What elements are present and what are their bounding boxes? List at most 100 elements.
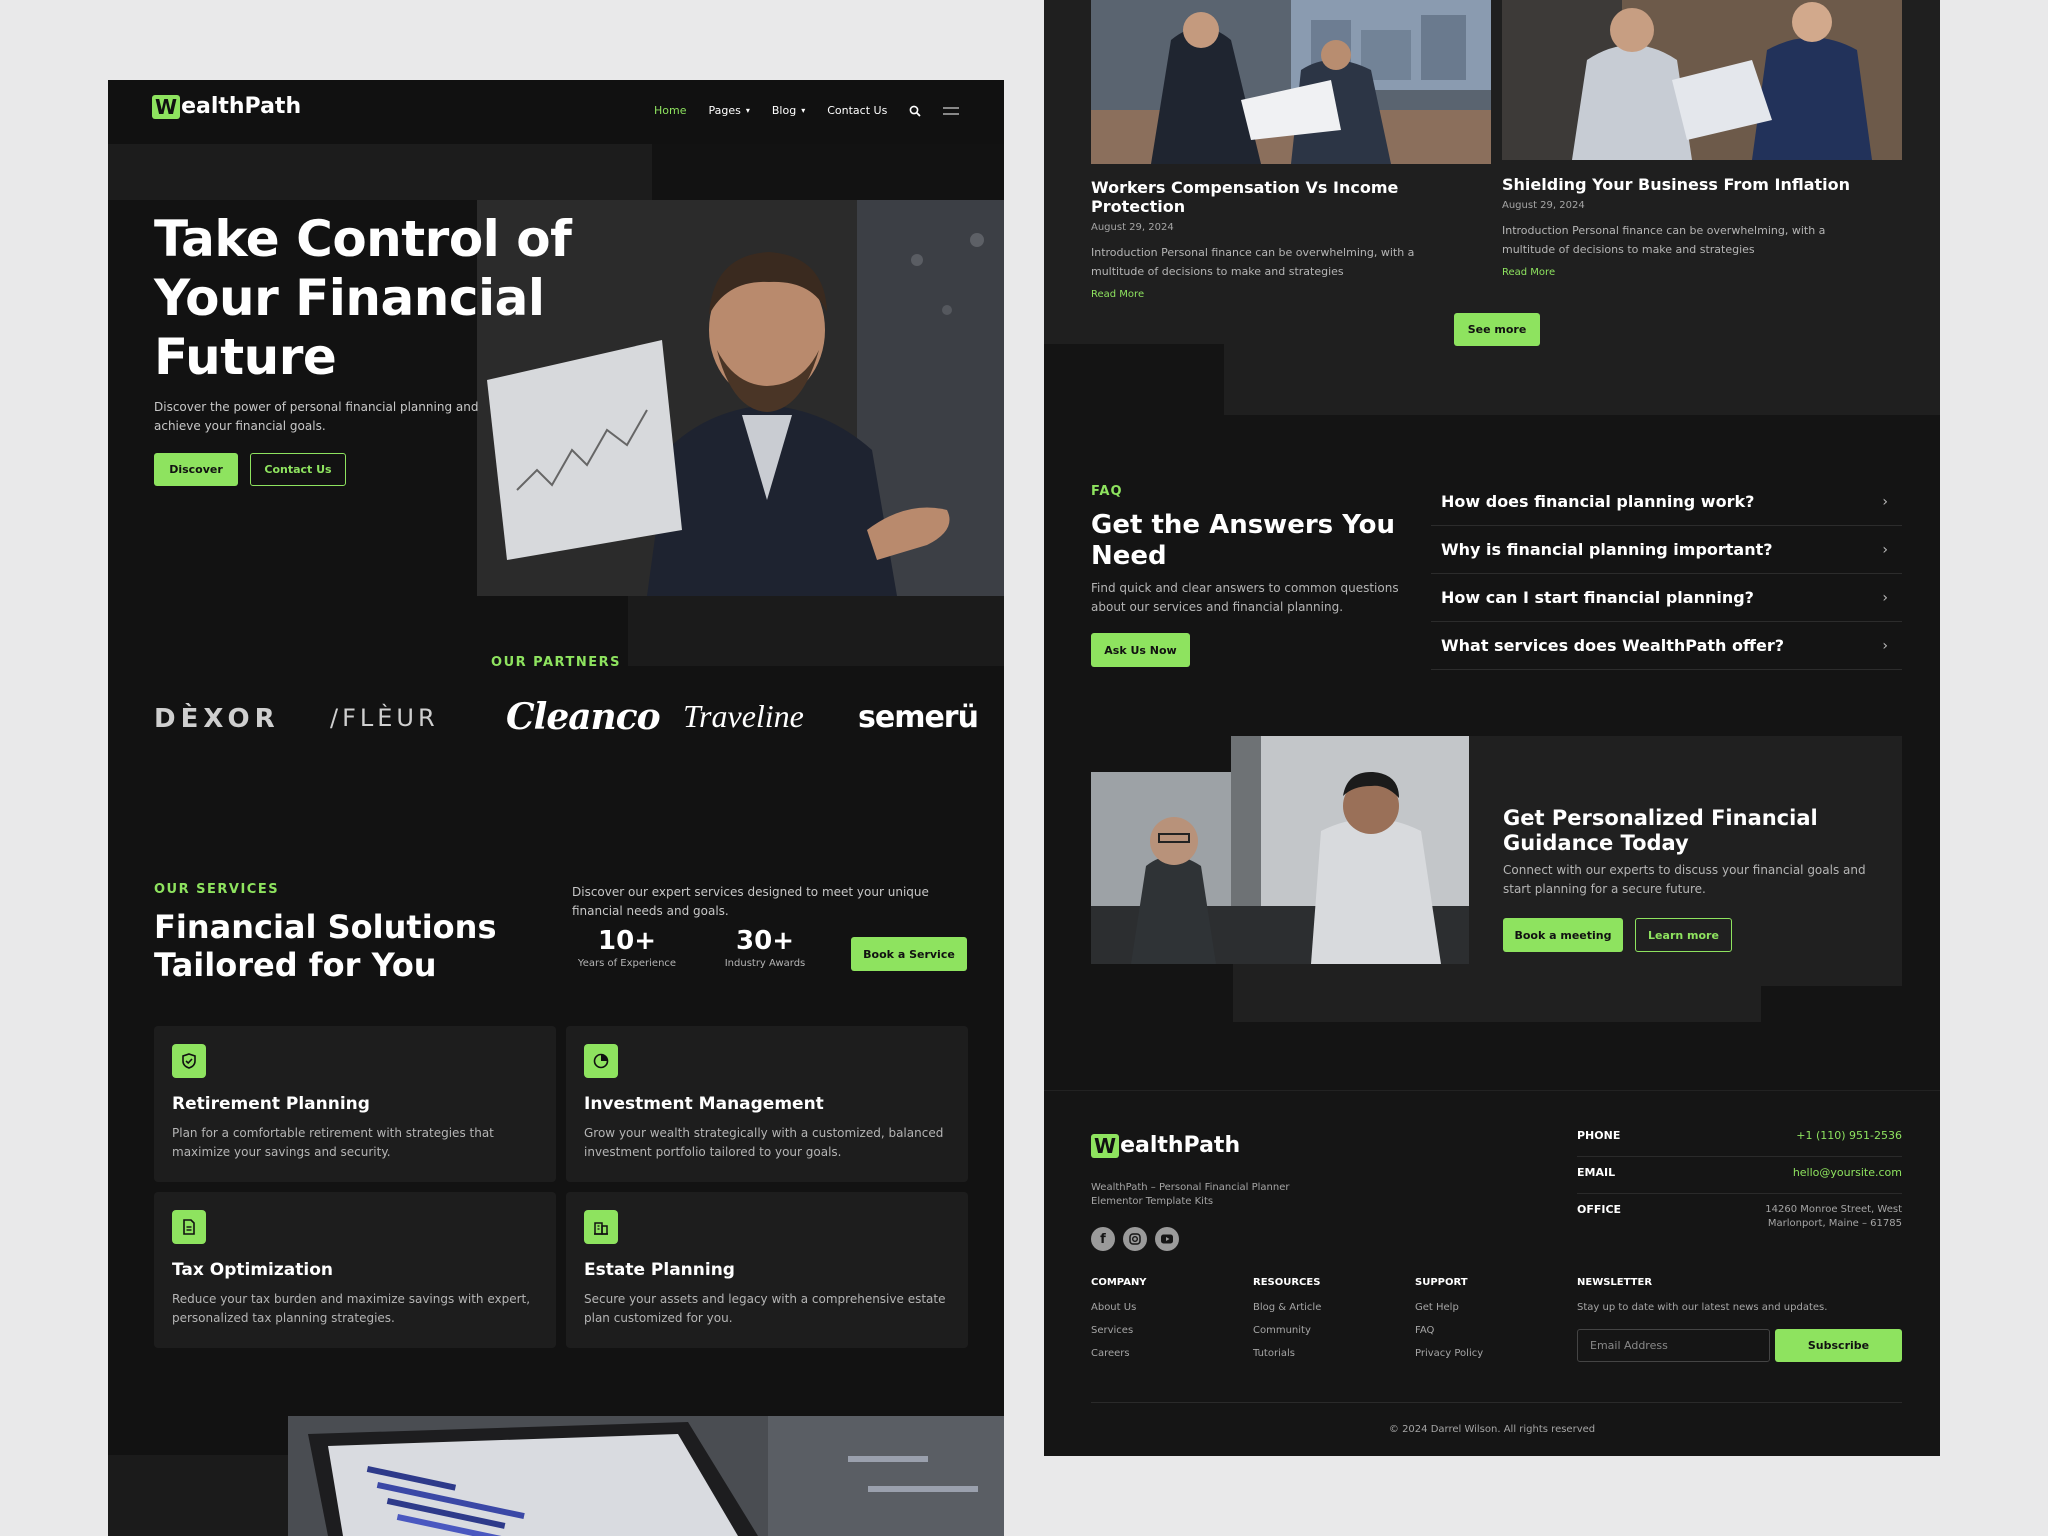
contact-us-button[interactable]: Contact Us bbox=[250, 453, 346, 486]
main-nav: Home Pages ▾ Blog ▾ Contact Us bbox=[654, 104, 960, 117]
faq-item[interactable]: Why is financial planning important? › bbox=[1431, 526, 1902, 574]
blog-post-image-1[interactable] bbox=[1091, 0, 1491, 164]
read-more-link[interactable]: Read More bbox=[1502, 267, 1902, 278]
newsletter-email-input[interactable]: Email Address bbox=[1577, 1329, 1770, 1362]
cta-title: Get Personalized Financial Guidance Toda… bbox=[1503, 806, 1818, 856]
footer-link[interactable]: Privacy Policy bbox=[1415, 1348, 1483, 1359]
discover-button[interactable]: Discover bbox=[154, 453, 238, 486]
services-description-line2: financial needs and goals. bbox=[572, 904, 729, 918]
faq-item[interactable]: What services does WealthPath offer? › bbox=[1431, 622, 1902, 670]
nav-pages[interactable]: Pages ▾ bbox=[708, 104, 749, 117]
stat-experience: 10+ Years of Experience bbox=[572, 926, 682, 969]
blog-post-excerpt-line2: multitude of decisions to make and strat… bbox=[1502, 243, 1755, 256]
blog-post-excerpt: Introduction Personal finance can be ove… bbox=[1502, 221, 1902, 259]
facebook-icon[interactable]: f bbox=[1091, 1227, 1115, 1251]
nav-pages-label: Pages bbox=[708, 104, 741, 117]
document-icon bbox=[172, 1210, 206, 1244]
copyright: © 2024 Darrel Wilson. All rights reserve… bbox=[1388, 1424, 1596, 1435]
blog-post-excerpt-line1: Introduction Personal finance can be ove… bbox=[1502, 224, 1826, 237]
footer-col-support: SUPPORT Get Help FAQ Privacy Policy bbox=[1415, 1277, 1483, 1359]
blog-post-title[interactable]: Shielding Your Business From Inflation bbox=[1502, 175, 1902, 194]
footer-link[interactable]: Tutorials bbox=[1253, 1348, 1321, 1359]
service-card-title: Tax Optimization bbox=[172, 1260, 333, 1280]
nav-blog[interactable]: Blog ▾ bbox=[772, 104, 805, 117]
phone-value[interactable]: +1 (110) 951-2536 bbox=[1796, 1129, 1902, 1156]
menu-icon[interactable] bbox=[943, 106, 960, 116]
partner-logo-cleanco: Cleanco bbox=[506, 696, 661, 738]
contact-email-row: EMAIL hello@yoursite.com bbox=[1577, 1166, 1902, 1194]
service-card-title: Retirement Planning bbox=[172, 1094, 370, 1114]
service-card-description: Grow your wealth strategically with a cu… bbox=[584, 1124, 943, 1162]
pie-chart-icon bbox=[584, 1044, 618, 1078]
cta-block-extension bbox=[1233, 986, 1761, 1022]
footer-link[interactable]: Blog & Article bbox=[1253, 1302, 1321, 1313]
email-value[interactable]: hello@yoursite.com bbox=[1793, 1166, 1902, 1193]
services-description-line1: Discover our expert services designed to… bbox=[572, 885, 929, 899]
building-icon bbox=[584, 1210, 618, 1244]
stat-awards-label: Industry Awards bbox=[724, 958, 806, 969]
faq-item[interactable]: How can I start financial planning? › bbox=[1431, 574, 1902, 622]
blog-notch bbox=[1044, 344, 1224, 415]
tablet-image bbox=[288, 1416, 1004, 1536]
service-card-tax[interactable]: Tax Optimization Reduce your tax burden … bbox=[154, 1192, 556, 1348]
chevron-down-icon: ▾ bbox=[801, 106, 806, 115]
social-links: f bbox=[1091, 1227, 1179, 1251]
learn-more-button[interactable]: Learn more bbox=[1635, 918, 1732, 952]
service-card-description-line1: Secure your assets and legacy with a com… bbox=[584, 1292, 946, 1306]
book-meeting-button[interactable]: Book a meeting bbox=[1503, 918, 1623, 952]
youtube-icon[interactable] bbox=[1155, 1227, 1179, 1251]
ask-us-now-button[interactable]: Ask Us Now bbox=[1091, 633, 1190, 667]
instagram-icon[interactable] bbox=[1123, 1227, 1147, 1251]
chevron-right-icon: › bbox=[1882, 637, 1888, 654]
footer-link[interactable]: Services bbox=[1091, 1325, 1147, 1336]
search-icon[interactable] bbox=[909, 105, 921, 117]
homepage-panel: W ealthPath Home Pages ▾ Blog ▾ Contact … bbox=[108, 80, 1004, 1536]
service-card-estate[interactable]: Estate Planning Secure your assets and l… bbox=[566, 1192, 968, 1348]
chevron-down-icon: ▾ bbox=[745, 106, 750, 115]
partner-logo-traveline: Traveline bbox=[683, 698, 804, 734]
footer-link[interactable]: Careers bbox=[1091, 1348, 1147, 1359]
footer-link[interactable]: Get Help bbox=[1415, 1302, 1483, 1313]
footer-tagline-line2: Elementor Template Kits bbox=[1091, 1196, 1214, 1207]
partner-logo-dexor: DÈXOR bbox=[154, 704, 280, 734]
blog-post-image-2[interactable] bbox=[1502, 0, 1902, 160]
faq-question: What services does WealthPath offer? bbox=[1441, 636, 1784, 655]
nav-contact[interactable]: Contact Us bbox=[827, 104, 887, 117]
service-card-description: Plan for a comfortable retirement with s… bbox=[172, 1124, 494, 1162]
footer-link[interactable]: About Us bbox=[1091, 1302, 1147, 1313]
office-value-line2: Marlonport, Maine – 61785 bbox=[1767, 1218, 1902, 1229]
footer-logo[interactable]: W ealthPath bbox=[1091, 1133, 1240, 1158]
footer-col-resources: RESOURCES Blog & Article Community Tutor… bbox=[1253, 1277, 1321, 1359]
services-label: OUR SERVICES bbox=[154, 882, 280, 897]
cta-description-line2: start planning for a secure future. bbox=[1503, 882, 1706, 896]
blog-post-title[interactable]: Workers Compensation Vs Income Protectio… bbox=[1091, 178, 1491, 216]
faq-question: How does financial planning work? bbox=[1441, 492, 1755, 511]
service-card-description: Secure your assets and legacy with a com… bbox=[584, 1290, 945, 1328]
footer-link[interactable]: FAQ bbox=[1415, 1325, 1483, 1336]
faq-description-line2: about our services and financial plannin… bbox=[1091, 600, 1344, 614]
faq-description-line1: Find quick and clear answers to common q… bbox=[1091, 581, 1399, 595]
footer-link[interactable]: Community bbox=[1253, 1325, 1321, 1336]
blog-post-date: August 29, 2024 bbox=[1502, 200, 1585, 211]
footer-newsletter: NEWSLETTER Stay up to date with our late… bbox=[1577, 1277, 1902, 1313]
see-more-button[interactable]: See more bbox=[1454, 313, 1540, 346]
read-more-link[interactable]: Read More bbox=[1091, 289, 1491, 300]
chevron-right-icon: › bbox=[1882, 541, 1888, 558]
consultation-photo bbox=[1091, 736, 1469, 964]
service-card-investment[interactable]: Investment Management Grow your wealth s… bbox=[566, 1026, 968, 1182]
hero-subtitle-line1: Discover the power of personal financial… bbox=[154, 400, 479, 414]
service-card-description-line2: personalized tax planning strategies. bbox=[172, 1311, 395, 1325]
services-title: Financial Solutions Tailored for You bbox=[154, 908, 496, 984]
hero-title-line2: Your Financial bbox=[154, 269, 545, 327]
faq-title-line1: Get the Answers You bbox=[1091, 510, 1396, 540]
services-title-line2: Tailored for You bbox=[154, 946, 437, 984]
faq-item[interactable]: How does financial planning work? › bbox=[1431, 478, 1902, 526]
faq-description: Find quick and clear answers to common q… bbox=[1091, 579, 1399, 617]
subscribe-button[interactable]: Subscribe bbox=[1775, 1329, 1902, 1362]
nav-home[interactable]: Home bbox=[654, 104, 686, 117]
hero-title: Take Control of Your Financial Future bbox=[154, 210, 572, 387]
book-service-button[interactable]: Book a Service bbox=[851, 937, 967, 971]
service-card-retirement[interactable]: Retirement Planning Plan for a comfortab… bbox=[154, 1026, 556, 1182]
footer-tagline-line1: WealthPath – Personal Financial Planner bbox=[1091, 1182, 1290, 1193]
logo[interactable]: W ealthPath bbox=[152, 94, 301, 119]
